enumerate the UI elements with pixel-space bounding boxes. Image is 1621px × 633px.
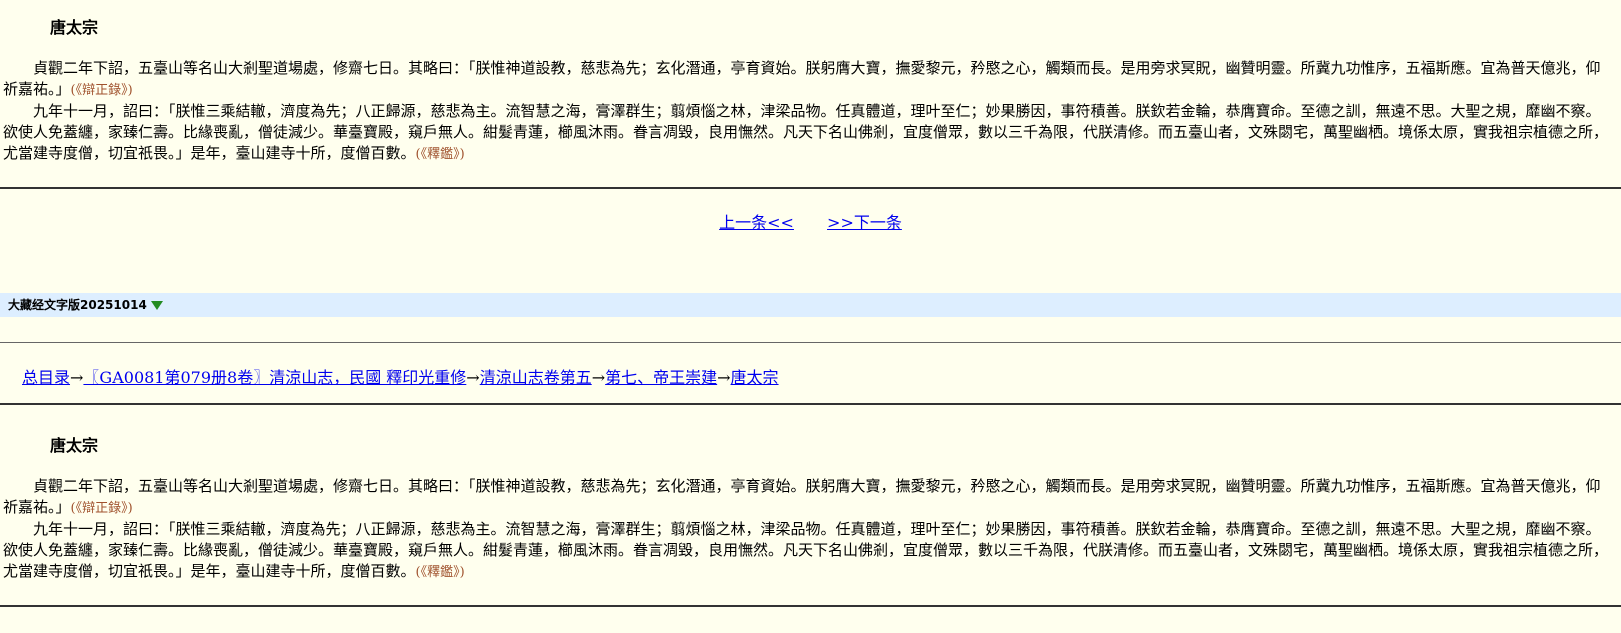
section-1: 唐太宗 <box>0 18 1621 38</box>
pagination-nav: 上一条<< >>下一条 <box>0 209 1621 233</box>
divider <box>0 187 1621 189</box>
prev-link[interactable]: 上一条<< <box>719 213 794 232</box>
paragraph: 貞觀二年下詔，五臺山等名山大剎聖道場處，修齋七日。其略曰：「朕惟神道設教，慈悲為… <box>3 58 1613 101</box>
breadcrumb-item-book[interactable]: 〖GA0081第079册8卷〗清涼山志，民國 釋印光重修 <box>83 368 466 387</box>
divider <box>0 342 1621 343</box>
version-label: 大藏经文字版20251014 <box>8 298 147 312</box>
divider <box>0 403 1621 405</box>
breadcrumb-item-current[interactable]: 唐太宗 <box>731 368 779 387</box>
breadcrumb-separator: → <box>591 368 606 387</box>
section-title: 唐太宗 <box>50 436 99 455</box>
section-2: 唐太宗 <box>0 436 1621 456</box>
breadcrumb-separator: → <box>70 368 84 387</box>
section-title: 唐太宗 <box>50 18 99 37</box>
paragraph: 九年十一月，詔曰：「朕惟三乘結轍，濟度為先；八正歸源，慈悲為主。流智慧之海，膏澤… <box>3 101 1613 165</box>
paragraph-text: 九年十一月，詔曰：「朕惟三乘結轍，濟度為先；八正歸源，慈悲為主。流智慧之海，膏澤… <box>3 102 1609 162</box>
source-citation: (《辯正錄》) <box>70 501 133 516</box>
breadcrumb-item-chapter[interactable]: 第七、帝王崇建 <box>605 368 717 387</box>
breadcrumb: 总目录→〖GA0081第079册8卷〗清涼山志，民國 釋印光重修→清涼山志卷第五… <box>0 364 1621 388</box>
paragraph-text: 九年十一月，詔曰：「朕惟三乘結轍，濟度為先；八正歸源，慈悲為主。流智慧之海，膏澤… <box>3 520 1609 580</box>
breadcrumb-separator: → <box>466 368 480 387</box>
paragraph-text: 貞觀二年下詔，五臺山等名山大剎聖道場處，修齋七日。其略曰：「朕惟神道設教，慈悲為… <box>3 59 1601 98</box>
version-bar[interactable]: 大藏经文字版20251014 <box>0 293 1621 317</box>
next-link[interactable]: >>下一条 <box>827 213 902 232</box>
triangle-down-icon[interactable] <box>150 301 163 310</box>
section-1-body: 貞觀二年下詔，五臺山等名山大剎聖道場處，修齋七日。其略曰：「朕惟神道設教，慈悲為… <box>0 58 1621 165</box>
breadcrumb-item-root[interactable]: 总目录 <box>22 368 70 387</box>
section-2-body: 貞觀二年下詔，五臺山等名山大剎聖道場處，修齋七日。其略曰：「朕惟神道設教，慈悲為… <box>0 476 1621 583</box>
divider <box>0 605 1621 607</box>
breadcrumb-separator: → <box>717 368 731 387</box>
breadcrumb-item-volume[interactable]: 清涼山志卷第五 <box>480 368 592 387</box>
paragraph: 貞觀二年下詔，五臺山等名山大剎聖道場處，修齋七日。其略曰：「朕惟神道設教，慈悲為… <box>3 476 1613 519</box>
paragraph: 九年十一月，詔曰：「朕惟三乘結轍，濟度為先；八正歸源，慈悲為主。流智慧之海，膏澤… <box>3 519 1613 583</box>
source-citation: (《釋鑑》) <box>415 147 465 162</box>
source-citation: (《辯正錄》) <box>70 83 133 98</box>
paragraph-text: 貞觀二年下詔，五臺山等名山大剎聖道場處，修齋七日。其略曰：「朕惟神道設教，慈悲為… <box>3 477 1601 516</box>
source-citation: (《釋鑑》) <box>415 565 465 580</box>
